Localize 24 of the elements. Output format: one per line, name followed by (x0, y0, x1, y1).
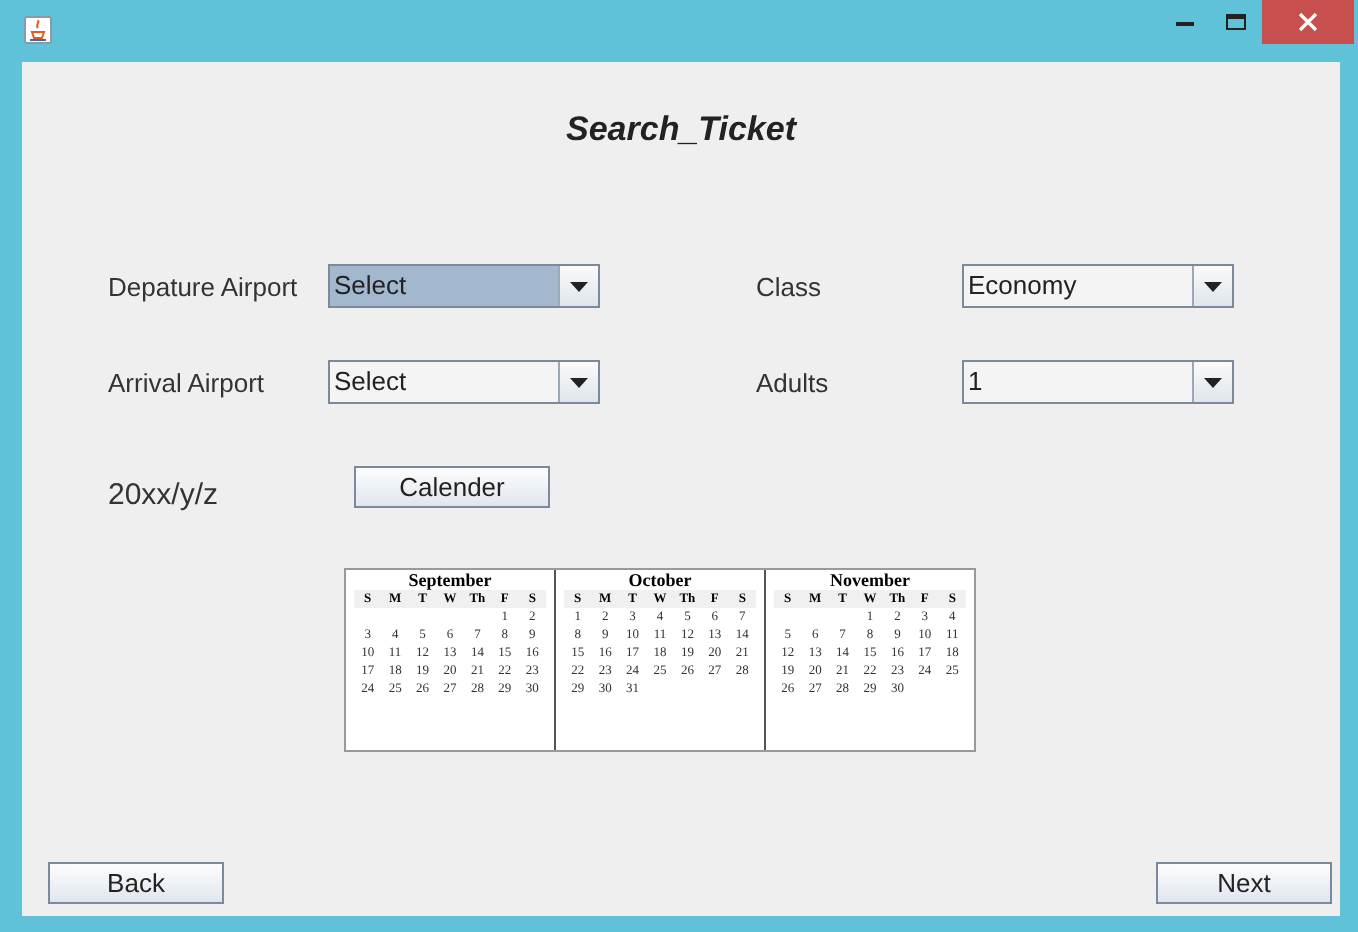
dropdown[interactable]: Select (328, 264, 600, 308)
dropdown[interactable]: Select (328, 360, 600, 404)
calendar-button[interactable]: Calender (354, 466, 550, 508)
maximize-icon[interactable] (1226, 14, 1246, 30)
next-button[interactable]: Next (1156, 862, 1332, 904)
back-button[interactable]: Back (48, 862, 224, 904)
close-icon[interactable] (1298, 12, 1318, 32)
field-label: Class (754, 271, 824, 301)
month-name: September (406, 570, 494, 590)
caret-icon (1204, 281, 1222, 291)
month-name: November (828, 570, 912, 590)
date-text: 20xx/y/z (108, 478, 221, 512)
field-label: Arrival Airport (108, 367, 267, 397)
caret-icon (570, 281, 588, 291)
caret-icon (1204, 377, 1222, 387)
field-label: Depature Airport (108, 271, 300, 301)
dropdown[interactable]: 1 (962, 360, 1234, 404)
caret-icon (570, 377, 588, 387)
field-label: Adults (754, 367, 831, 397)
minimize-icon[interactable] (1175, 19, 1193, 25)
window-title: Search_Ticket (566, 110, 796, 150)
dropdown[interactable]: Economy (962, 264, 1234, 308)
month-name: October (626, 570, 694, 590)
java-cup-icon[interactable] (24, 16, 52, 44)
